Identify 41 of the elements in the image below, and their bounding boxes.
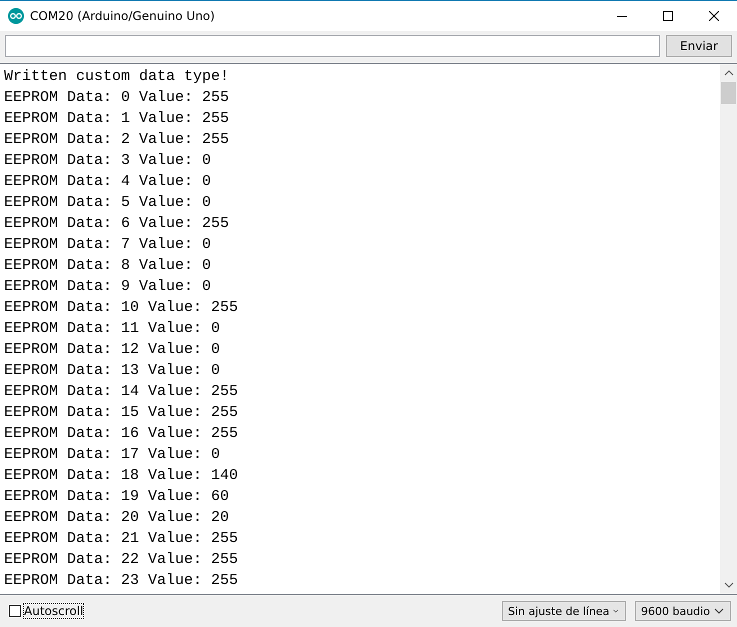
caret-icon <box>613 608 619 614</box>
output-line: EEPROM Data: 16 Value: 255 <box>4 424 240 444</box>
output-line: Written custom data type! <box>4 67 230 87</box>
output-line: EEPROM Data: 21 Value: 255 <box>4 529 240 549</box>
output-line: EEPROM Data: 19 Value: 60 <box>4 487 230 507</box>
output-line: EEPROM Data: 2 Value: 255 <box>4 130 230 150</box>
output-line: EEPROM Data: 0 Value: 255 <box>4 88 230 108</box>
output-line: EEPROM Data: 1 Value: 255 <box>4 109 230 129</box>
close-icon <box>709 11 719 21</box>
output-line: EEPROM Data: 3 Value: 0 <box>4 151 212 171</box>
output-line: EEPROM Data: 18 Value: 140 <box>4 466 240 486</box>
output-line: EEPROM Data: 10 Value: 255 <box>4 298 240 318</box>
line-ending-dropdown[interactable]: Sin ajuste de línea <box>502 601 626 621</box>
autoscroll-checkbox[interactable] <box>9 605 21 617</box>
output-line: EEPROM Data: 7 Value: 0 <box>4 235 212 255</box>
caret-icon <box>714 608 724 614</box>
baud-rate-dropdown[interactable]: 9600 baudio <box>635 601 731 621</box>
output-line: EEPROM Data: 22 Value: 255 <box>4 550 240 570</box>
output-line: EEPROM Data: 8 Value: 0 <box>4 256 212 276</box>
scrollbar-thumb[interactable] <box>721 82 736 104</box>
output-line: EEPROM Data: 12 Value: 0 <box>4 340 222 360</box>
scroll-down-icon[interactable] <box>724 582 734 588</box>
output-line: EEPROM Data: 17 Value: 0 <box>4 445 222 465</box>
output-line: EEPROM Data: 20 Value: 20 <box>4 508 230 528</box>
output-line: EEPROM Data: 13 Value: 0 <box>4 361 222 381</box>
output-line: EEPROM Data: 9 Value: 0 <box>4 277 212 297</box>
output-line: EEPROM Data: 23 Value: 255 <box>4 571 240 591</box>
output-line: EEPROM Data: 14 Value: 255 <box>4 382 240 402</box>
send-button[interactable]: Enviar <box>666 35 732 57</box>
app-logo-icon <box>8 8 24 24</box>
output-line: EEPROM Data: 4 Value: 0 <box>4 172 212 192</box>
vertical-scrollbar[interactable] <box>720 64 737 594</box>
scroll-up-icon[interactable] <box>724 70 734 76</box>
output-line: EEPROM Data: 15 Value: 255 <box>4 403 240 423</box>
autoscroll-label[interactable]: Autoscroll <box>24 604 84 618</box>
output-line: EEPROM Data: 6 Value: 255 <box>4 214 230 234</box>
window-title: COM20 (Arduino/Genuino Uno) <box>30 9 215 23</box>
message-input-field[interactable] <box>5 35 660 57</box>
output-line: EEPROM Data: 5 Value: 0 <box>4 193 212 213</box>
output-line: EEPROM Data: 11 Value: 0 <box>4 319 222 339</box>
maximize-icon <box>663 11 673 21</box>
